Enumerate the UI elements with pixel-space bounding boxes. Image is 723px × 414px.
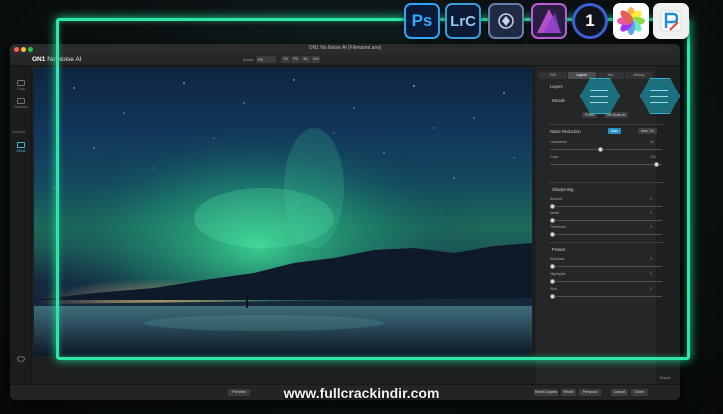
zoom-50-button[interactable]: 50 [301, 56, 310, 63]
luminance-slider[interactable] [550, 147, 662, 152]
brand-name: No Noise AI [47, 56, 82, 63]
shadows-label: Shadows [550, 257, 565, 261]
watermark-text: www.fullcrackindir.com [283, 385, 440, 401]
photo-canvas[interactable] [34, 68, 532, 356]
hex-line [650, 102, 668, 103]
divider [548, 124, 664, 125]
layers-heading: Layers [550, 84, 563, 89]
app-brand: ON1 No Noise AI [32, 56, 82, 63]
details-heading: Details [552, 98, 565, 103]
sidebar-item-masks[interactable] [10, 356, 32, 363]
luminance-label: Luminance [550, 140, 568, 144]
slider-knob[interactable] [550, 204, 555, 209]
zoom-fill-button[interactable]: Fill [291, 56, 300, 63]
title-bar: ON1 No Noise AI (Filename.arw) [10, 44, 680, 54]
highlights-slider[interactable] [550, 279, 662, 284]
sidebar-item-retouch[interactable]: Retouch [10, 98, 32, 109]
slider-knob[interactable] [550, 264, 555, 269]
sharpening-heading: Sharpening [552, 187, 574, 192]
sidebar-item-detail[interactable]: Detail [10, 142, 32, 153]
divider [548, 242, 664, 243]
hex-line [590, 96, 608, 97]
skin-value: 0 [650, 287, 652, 291]
slider-knob[interactable] [550, 232, 555, 237]
shadows-value: 0 [650, 257, 652, 261]
sidebar-item-label: Detail [16, 149, 26, 153]
brand-prefix: ON1 [32, 56, 46, 63]
lightroom-classic-icon: LrC [445, 3, 481, 39]
slider-knob[interactable] [550, 279, 555, 284]
detail-value: 0 [650, 211, 652, 215]
auto-button[interactable]: Auto [608, 128, 622, 134]
auto-on-button[interactable]: Auto On [638, 128, 657, 134]
luminance-value: 46 [650, 140, 654, 144]
zoom-fit-button[interactable]: Fit [281, 56, 290, 63]
screenshot-stage: ON1 No Noise AI (Filename.arw) ON1 No No… [0, 0, 723, 414]
detail-label: Detail [550, 211, 559, 215]
sidebar-section-label: Masking [12, 130, 26, 134]
tab-edit[interactable]: Edit [539, 72, 567, 79]
sidebar-item-label: Retouch [14, 105, 28, 109]
affinity-glyph [498, 13, 514, 29]
sidebar-item-label: Crop [17, 87, 25, 91]
affinity-icon [488, 3, 524, 39]
brush-icon [17, 98, 25, 104]
capture-one-icon: 1 [572, 3, 608, 39]
zoom-label: Zoom [243, 57, 254, 62]
shadows-slider[interactable] [550, 264, 662, 269]
photoshop-icon: Ps [404, 3, 440, 39]
aurora-photo [34, 68, 532, 356]
noise-reduction-heading: Noise Reduction [550, 129, 581, 134]
highlights-value: 0 [650, 272, 652, 276]
tab-info[interactable]: Info [596, 72, 625, 79]
pixelmator-glyph [660, 10, 682, 32]
slider-knob[interactable] [653, 162, 659, 167]
detail-slider[interactable] [550, 218, 662, 223]
highlights-label: Highlights [550, 272, 566, 276]
slider-knob[interactable] [597, 147, 603, 152]
divider [548, 182, 664, 183]
color-slider[interactable] [550, 162, 662, 167]
window-title: ON1 No Noise AI (Filename.arw) [308, 45, 382, 51]
affinity-photo-glyph [537, 9, 561, 33]
protect-heading: Protect [552, 247, 566, 252]
skin-slider[interactable] [550, 294, 662, 299]
slider-knob[interactable] [550, 294, 555, 299]
hex-line [650, 96, 668, 97]
hex-line [650, 90, 668, 91]
affinity-photo-icon [531, 3, 567, 39]
hex-line [590, 90, 608, 91]
threshold-label: Threshold [550, 225, 566, 229]
amount-slider[interactable] [550, 204, 662, 209]
detail-icon [17, 142, 25, 148]
pixelmator-icon [653, 3, 689, 39]
tab-history[interactable]: History [625, 72, 653, 79]
color-label: Color [550, 155, 559, 159]
apple-photos-icon [613, 3, 649, 39]
crop-icon [17, 80, 25, 86]
app-window: ON1 No Noise AI (Filename.arw) ON1 No No… [10, 44, 680, 400]
zoom-select[interactable]: Fill [256, 56, 276, 63]
left-sidebar: Crop Retouch Masking Detail [10, 66, 32, 384]
skin-label: Skin [550, 287, 557, 291]
panel-tabs: Edit Layers Info History [539, 72, 653, 79]
threshold-value: 0 [650, 225, 652, 229]
mask-icon [17, 356, 25, 362]
threshold-slider[interactable] [550, 232, 662, 237]
sidebar-item-crop[interactable]: Crop [10, 80, 32, 91]
hex-line [590, 102, 608, 103]
export-label[interactable]: Export [660, 376, 670, 380]
photos-flower-glyph [617, 7, 645, 35]
color-value: 100 [650, 155, 656, 159]
amount-label: Amount [550, 197, 563, 201]
amount-value: 0 [650, 197, 652, 201]
zoom-100-button[interactable]: 100 [311, 56, 320, 63]
tab-layers[interactable]: Layers [567, 72, 596, 79]
slider-knob[interactable] [550, 218, 555, 223]
top-toolbar: ON1 No Noise AI Zoom Fill Fit Fill 50 10… [10, 54, 680, 66]
